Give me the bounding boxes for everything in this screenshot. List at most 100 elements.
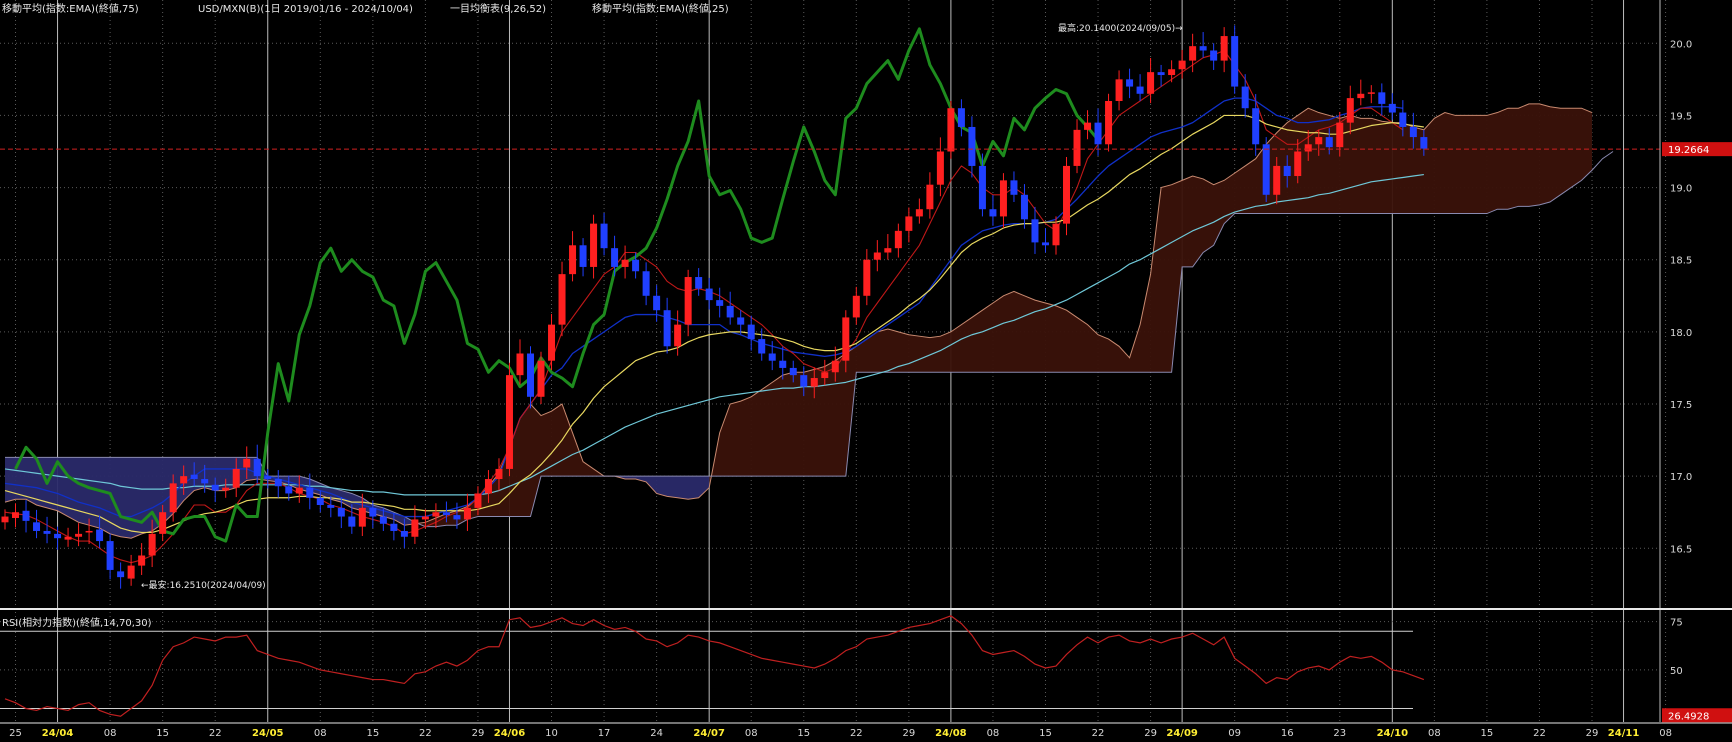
candle-down	[1378, 92, 1386, 104]
candle-up	[1168, 69, 1176, 76]
candle-up	[474, 493, 482, 508]
candle-up	[1063, 165, 1071, 224]
candle-down	[1094, 122, 1102, 145]
candle-down	[1388, 103, 1396, 113]
candle-down	[779, 360, 787, 368]
day-tick-label: 29	[902, 728, 915, 739]
candle-up	[1294, 151, 1302, 177]
candle-up	[463, 507, 471, 520]
candle-down	[737, 317, 745, 325]
day-tick-label: 23	[1333, 728, 1346, 739]
candle-up	[1178, 60, 1186, 70]
day-tick-label: 08	[1428, 728, 1441, 739]
candle-up	[936, 151, 944, 185]
rsi-tick-label: 50	[1670, 666, 1683, 677]
candle-down	[642, 271, 650, 296]
price-tick-label: 19.5	[1670, 111, 1692, 122]
candle-up	[905, 216, 913, 231]
high-annotation: 最高:20.1400(2024/09/05)→	[1058, 22, 1183, 34]
candle-down	[653, 295, 661, 311]
candle-up	[495, 468, 503, 480]
candle-down	[978, 165, 986, 210]
candle-up	[852, 295, 860, 318]
candle-up	[684, 277, 692, 325]
candle-down	[1283, 165, 1291, 177]
day-tick-label: 15	[1481, 728, 1494, 739]
month-tick-label: 24/06	[494, 728, 526, 739]
candle-up	[842, 317, 850, 361]
candle-up	[863, 259, 871, 296]
candle-down	[54, 533, 62, 539]
day-tick-label: 16	[1281, 728, 1294, 739]
candle-up	[590, 223, 598, 267]
candle-up	[1115, 79, 1123, 101]
candle-down	[968, 126, 976, 166]
candle-up	[1367, 92, 1375, 94]
price-tick-label: 18.5	[1670, 256, 1692, 267]
candle-up	[358, 507, 366, 527]
candle-up	[127, 565, 135, 579]
candle-down	[1325, 137, 1333, 148]
candle-down	[1210, 50, 1218, 61]
candle-up	[831, 360, 839, 373]
candle-down	[716, 300, 724, 306]
candle-up	[295, 487, 303, 494]
month-tick-label: 24/11	[1608, 728, 1640, 739]
candle-up	[411, 519, 419, 537]
rsi-tick-label: 75	[1670, 618, 1683, 629]
candle-up	[516, 353, 524, 376]
candle-down	[726, 305, 734, 318]
candle-up	[558, 274, 566, 325]
candle-down	[337, 507, 345, 517]
candle-up	[421, 516, 429, 520]
candle-down	[1136, 86, 1144, 94]
candle-up	[1336, 122, 1344, 148]
candle-down	[705, 288, 713, 301]
candle-down	[663, 310, 671, 347]
day-tick-label: 15	[156, 728, 169, 739]
candle-down	[285, 486, 293, 494]
candle-down	[600, 223, 608, 249]
price-tick-label: 20.0	[1670, 39, 1692, 50]
ichimoku-label: 一目均衡表(9,26,52)	[450, 2, 546, 15]
candle-up	[1346, 98, 1354, 123]
candle-down	[747, 324, 755, 340]
candle-down	[253, 458, 261, 477]
candle-down	[1157, 72, 1165, 76]
day-tick-label: 22	[209, 728, 222, 739]
candle-up	[138, 555, 146, 566]
candle-down	[611, 248, 619, 267]
candle-up	[915, 209, 923, 217]
candle-down	[1231, 36, 1239, 87]
candle-down	[379, 516, 387, 524]
candle-up	[873, 252, 881, 260]
candle-down	[211, 484, 219, 491]
candle-up	[894, 230, 902, 249]
day-tick-label: 08	[987, 728, 1000, 739]
candle-up	[1147, 72, 1155, 94]
candle-down	[1420, 137, 1428, 149]
candle-down	[22, 510, 30, 521]
candle-up	[1189, 46, 1197, 61]
candle-up	[1273, 165, 1281, 195]
candle-down	[400, 530, 408, 537]
price-tick-label: 17.5	[1670, 400, 1692, 411]
day-tick-label: 22	[419, 728, 432, 739]
candle-down	[1252, 108, 1260, 145]
candle-down	[632, 259, 640, 272]
candle-down	[390, 523, 398, 531]
candle-down	[453, 515, 461, 520]
price-tick-label: 16.5	[1670, 544, 1692, 555]
day-tick-label: 08	[314, 728, 327, 739]
candle-down	[1199, 46, 1207, 51]
candle-down	[695, 277, 703, 289]
day-tick-label: 22	[850, 728, 863, 739]
low-annotation: ←最安:16.2510(2024/04/09)	[141, 579, 266, 591]
month-tick-label: 24/04	[42, 728, 74, 739]
day-tick-label: 17	[598, 728, 611, 739]
candle-up	[1357, 93, 1365, 99]
day-tick-label: 15	[366, 728, 379, 739]
candle-down	[274, 479, 282, 487]
candle-down	[96, 529, 104, 542]
candle-up	[64, 536, 72, 540]
